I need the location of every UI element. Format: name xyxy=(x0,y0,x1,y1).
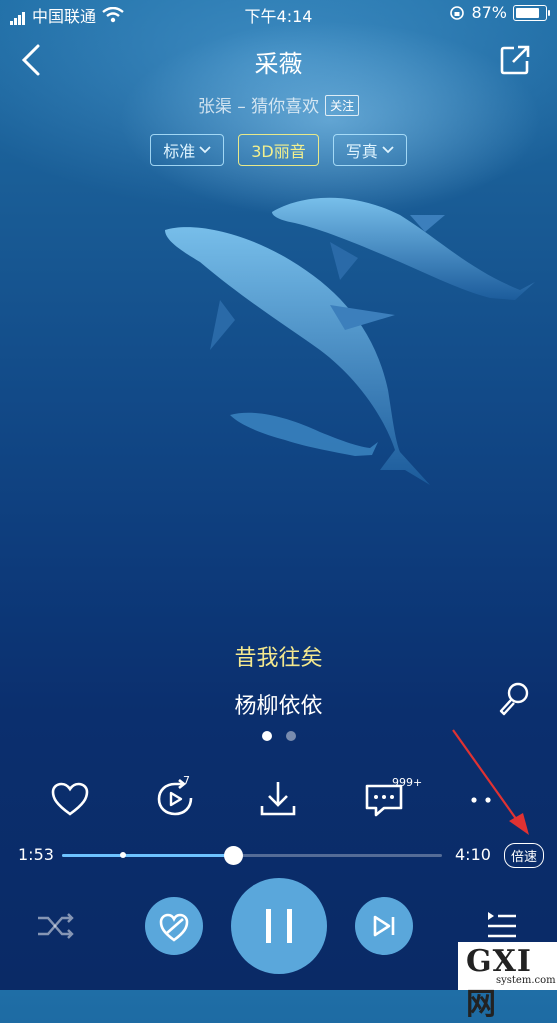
artist-line: 张渠 – 猜你喜欢 关注 xyxy=(0,92,557,117)
next-button[interactable] xyxy=(355,897,413,955)
heart-icon[interactable] xyxy=(48,778,92,822)
progress-slider[interactable] xyxy=(62,846,442,865)
broken-heart-icon xyxy=(159,913,189,942)
microphone-icon[interactable] xyxy=(496,680,532,716)
chevron-down-icon xyxy=(199,146,211,154)
battery-icon xyxy=(513,4,550,21)
chip-label: 写真 xyxy=(345,142,378,161)
3d-audio-chip[interactable]: 3D丽音 xyxy=(238,134,319,166)
artist-name[interactable]: 张渠 – 猜你喜欢 xyxy=(198,97,319,117)
status-bar: 中国联通 下午4:14 87% xyxy=(0,0,557,26)
pause-button[interactable] xyxy=(231,878,327,974)
song-title: 采薇 xyxy=(254,50,303,78)
replay-button[interactable]: 7 xyxy=(153,774,197,822)
lyric-current-line[interactable]: 昔我往矣 xyxy=(0,640,557,672)
share-icon[interactable] xyxy=(499,44,531,76)
comment-count: 999+ xyxy=(392,776,423,789)
highlight-marker xyxy=(119,852,126,858)
chip-label: 标准 xyxy=(163,142,196,161)
chevron-down-icon xyxy=(382,146,394,154)
dislike-button[interactable] xyxy=(145,897,203,955)
playlist-icon[interactable] xyxy=(484,908,520,944)
elapsed-time: 1:53 xyxy=(18,845,54,864)
next-track-icon xyxy=(373,915,395,937)
quality-standard-chip[interactable]: 标准 xyxy=(150,134,225,166)
photo-chip[interactable]: 写真 xyxy=(332,134,407,166)
annotation-arrow-icon xyxy=(452,729,529,835)
quality-chips: 标准 3D丽音 写真 xyxy=(0,134,557,166)
total-time: 4:10 xyxy=(455,845,491,864)
lyric-next-line[interactable]: 杨柳依依 xyxy=(0,688,557,720)
page-dot[interactable] xyxy=(262,731,272,741)
battery-percent: 87% xyxy=(471,3,507,22)
page-dot[interactable] xyxy=(286,731,296,741)
chip-label: 3D丽音 xyxy=(251,142,306,161)
comment-button[interactable]: 999+ xyxy=(362,776,422,822)
page-indicator xyxy=(262,731,296,741)
pause-icon xyxy=(266,909,292,943)
progress-knob[interactable] xyxy=(224,846,243,865)
download-icon[interactable] xyxy=(256,778,300,822)
watermark-domain: system.com xyxy=(496,975,556,986)
replay-count: 7 xyxy=(183,774,190,787)
shuffle-icon[interactable] xyxy=(36,910,76,942)
watermark-logo: GXI网 system.com xyxy=(458,942,557,1022)
rotation-lock-icon xyxy=(450,5,465,20)
playback-speed-button[interactable]: 倍速 xyxy=(504,843,545,868)
replay-icon xyxy=(157,778,193,816)
follow-button[interactable]: 关注 xyxy=(325,95,360,116)
progress-row: 1:53 4:10 倍速 xyxy=(0,843,557,868)
